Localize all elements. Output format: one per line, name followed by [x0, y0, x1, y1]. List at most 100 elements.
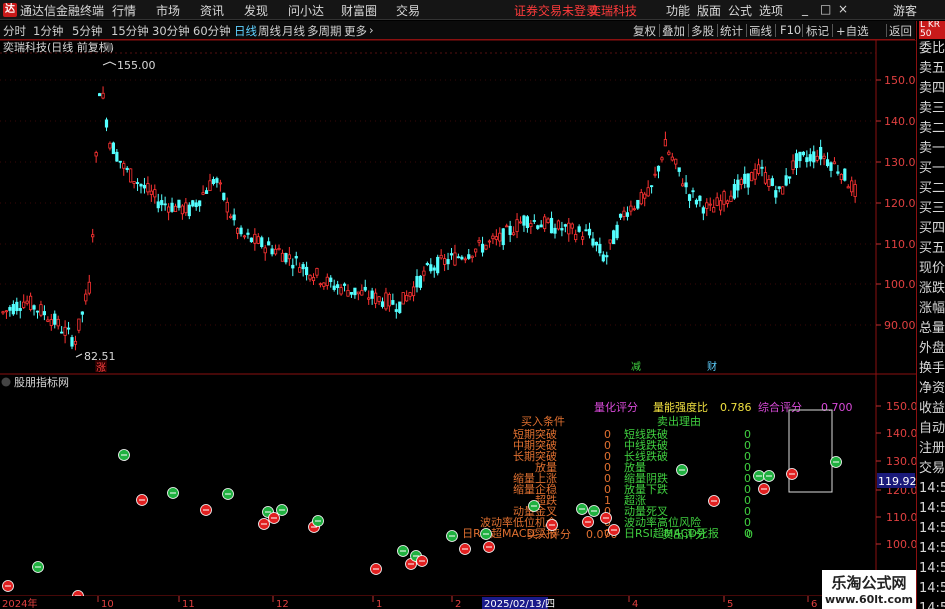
quote-row[interactable]: 买三: [919, 199, 945, 218]
buy-signal-icon[interactable]: [600, 512, 612, 524]
quote-row[interactable]: 买一: [919, 159, 945, 178]
minimize-button[interactable]: _: [802, 2, 808, 16]
period-5min[interactable]: 5分钟: [72, 23, 102, 39]
menu-quotes[interactable]: 行情: [112, 2, 136, 19]
period-monthly[interactable]: 月线: [282, 23, 305, 39]
trade-login-notice[interactable]: 证券交易未登录: [514, 2, 598, 19]
quote-row[interactable]: 14:56: [919, 599, 945, 609]
back-button[interactable]: 返回: [889, 22, 912, 39]
user-guest[interactable]: 游客: [893, 2, 917, 19]
quote-row[interactable]: 卖四: [919, 79, 945, 98]
quote-row[interactable]: 注册: [919, 439, 945, 458]
period-daily[interactable]: 日线: [234, 23, 257, 39]
sell-signal-icon[interactable]: [576, 503, 588, 515]
quote-row[interactable]: 买二: [919, 179, 945, 198]
quote-row[interactable]: 14:55: [919, 579, 945, 598]
quote-row[interactable]: 14:55: [919, 539, 945, 558]
quote-row[interactable]: 总量: [919, 319, 945, 338]
quote-row[interactable]: 卖三: [919, 99, 945, 118]
sell-signal-icon[interactable]: [167, 487, 179, 499]
multi-stock-button[interactable]: 多股: [691, 22, 714, 39]
buy-signal-icon[interactable]: [416, 555, 428, 567]
menu-trade[interactable]: 交易: [396, 2, 420, 19]
quote-row[interactable]: 净资: [919, 379, 945, 398]
overlay-button[interactable]: 叠加: [662, 22, 685, 39]
sell-signal-icon[interactable]: [312, 515, 324, 527]
kline-chart[interactable]: 150.00140.00130.00120.00110.00100.0090.0…: [0, 40, 916, 609]
close-button[interactable]: ×: [838, 2, 848, 16]
quote-row[interactable]: 买四: [919, 219, 945, 238]
menu-discover[interactable]: 发现: [244, 2, 268, 19]
buy-signal-icon[interactable]: [608, 524, 620, 536]
quote-row[interactable]: 交易: [919, 459, 945, 478]
buy-signal-icon[interactable]: [546, 519, 558, 531]
sell-signal-icon[interactable]: [763, 470, 775, 482]
sell-signal-icon[interactable]: [588, 505, 600, 517]
sell-signal-icon[interactable]: [32, 561, 44, 573]
buy-signal-icon[interactable]: [370, 563, 382, 575]
buy-signal-icon[interactable]: [2, 580, 14, 592]
menu-market[interactable]: 市场: [156, 2, 180, 19]
menu-ask[interactable]: 问小达: [288, 2, 324, 19]
menu-layout[interactable]: 版面: [697, 2, 721, 19]
adjust-button[interactable]: 复权: [633, 22, 656, 39]
quote-row[interactable]: 自动: [919, 419, 945, 438]
reduce-holding-mark[interactable]: 减: [631, 361, 641, 373]
draw-line-button[interactable]: 画线: [749, 22, 772, 39]
period-intraday[interactable]: 分时: [3, 23, 26, 39]
quote-row[interactable]: 换手: [919, 359, 945, 378]
menu-function[interactable]: 功能: [666, 2, 690, 19]
sell-signal-icon[interactable]: [830, 456, 842, 468]
quote-row[interactable]: 涨跌: [919, 279, 945, 298]
buy-signal-icon[interactable]: [758, 483, 770, 495]
quote-row[interactable]: 卖二: [919, 119, 945, 138]
period-60min[interactable]: 60分钟: [193, 23, 231, 39]
menu-news[interactable]: 资讯: [200, 2, 224, 19]
period-multi[interactable]: 多周期: [307, 23, 342, 39]
buy-signal-icon[interactable]: [136, 494, 148, 506]
chevron-right-icon[interactable]: ›: [369, 23, 374, 37]
menu-options[interactable]: 选项: [759, 2, 783, 19]
quote-row[interactable]: 外盘: [919, 339, 945, 358]
period-1min[interactable]: 1分钟: [33, 23, 63, 39]
sell-signal-icon[interactable]: [753, 470, 765, 482]
menu-formula[interactable]: 公式: [728, 2, 752, 19]
buy-signal-icon[interactable]: [258, 518, 270, 530]
sell-signal-icon[interactable]: [118, 449, 130, 461]
sell-signal-icon[interactable]: [676, 464, 688, 476]
indicator-settings-icon[interactable]: [1, 377, 11, 387]
buy-signal-icon[interactable]: [582, 516, 594, 528]
maximize-button[interactable]: □: [820, 2, 831, 16]
quote-row[interactable]: 卖一: [919, 139, 945, 158]
quote-row[interactable]: 涨幅: [919, 299, 945, 318]
quote-row[interactable]: 14:55: [919, 559, 945, 578]
sell-signal-icon[interactable]: [528, 500, 540, 512]
sell-signal-icon[interactable]: [276, 504, 288, 516]
menu-wealth[interactable]: 财富圈: [341, 2, 377, 19]
f10-button[interactable]: F10: [780, 22, 801, 39]
sell-signal-icon[interactable]: [480, 528, 492, 540]
quote-row[interactable]: 买五: [919, 239, 945, 258]
buy-signal-icon[interactable]: [786, 468, 798, 480]
sell-signal-icon[interactable]: [446, 530, 458, 542]
buy-signal-icon[interactable]: [459, 543, 471, 555]
period-more[interactable]: 更多: [344, 23, 367, 39]
quote-row[interactable]: 卖五: [919, 59, 945, 78]
period-30min[interactable]: 30分钟: [152, 23, 190, 39]
financial-report-mark[interactable]: 财: [707, 360, 717, 373]
period-15min[interactable]: 15分钟: [111, 23, 149, 39]
buy-signal-icon[interactable]: [708, 495, 720, 507]
buy-signal-icon[interactable]: [200, 504, 212, 516]
sell-signal-icon[interactable]: [397, 545, 409, 557]
quote-row[interactable]: 现价: [919, 259, 945, 278]
quote-row[interactable]: 委比: [919, 39, 945, 58]
add-watchlist-button[interactable]: +自选: [836, 22, 869, 39]
sell-signal-icon[interactable]: [222, 488, 234, 500]
chevron-down-icon[interactable]: v: [104, 43, 109, 52]
mark-button[interactable]: 标记: [806, 22, 829, 39]
quote-row[interactable]: 14:55: [919, 479, 945, 498]
buy-signal-icon[interactable]: [483, 541, 495, 553]
period-weekly[interactable]: 周线: [258, 23, 281, 39]
limit-up-mark[interactable]: 涨: [96, 362, 106, 374]
quote-row[interactable]: 14:55: [919, 519, 945, 538]
